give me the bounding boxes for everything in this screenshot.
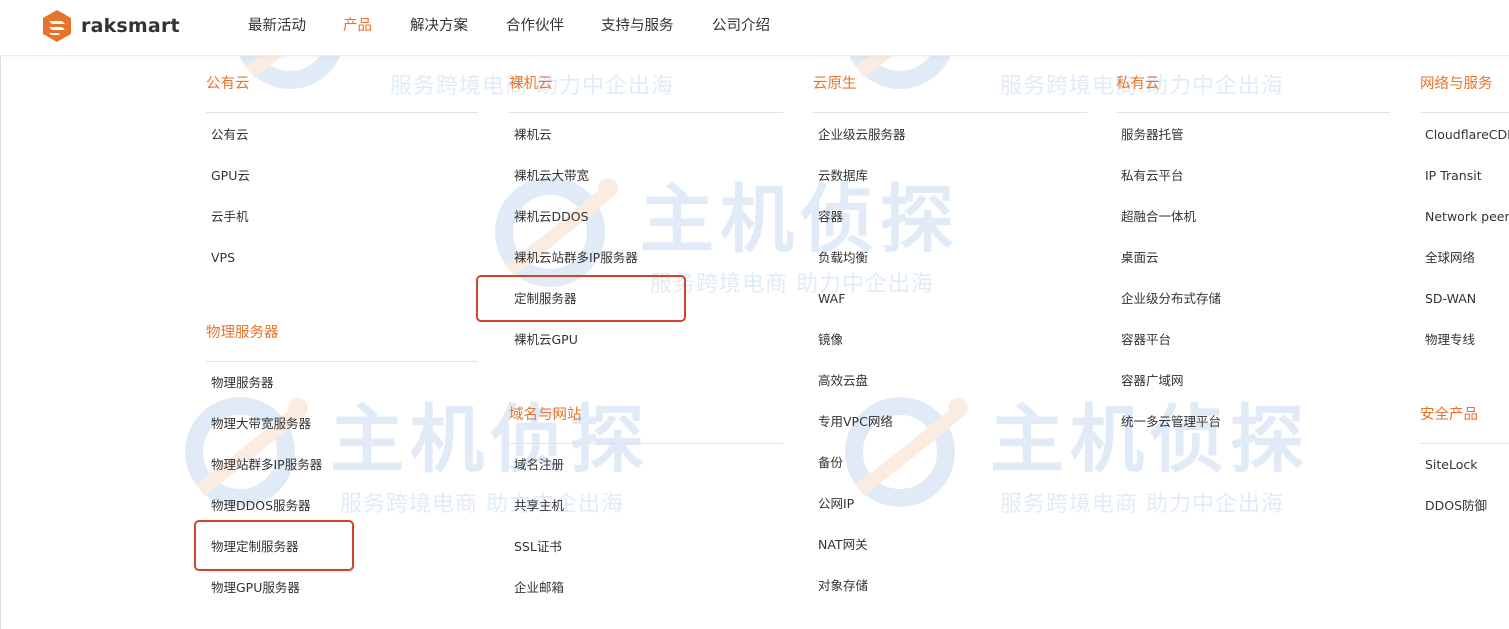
menu-link[interactable]: NAT网关 <box>818 536 868 554</box>
menu-link[interactable]: 裸机云DDOS <box>514 208 589 226</box>
watermark-title: 主机侦探 <box>990 397 1310 483</box>
watermark-logo-icon <box>185 397 308 507</box>
brand-logo[interactable]: raksmart <box>40 8 180 44</box>
menu-link[interactable]: 物理DDOS服务器 <box>211 497 311 515</box>
menu-link[interactable]: 统一多云管理平台 <box>1121 413 1221 431</box>
menu-link[interactable]: SSL证书 <box>514 538 562 556</box>
section-title-public-cloud: 公有云 <box>206 76 250 92</box>
menu-link[interactable]: 企业级云服务器 <box>818 126 906 144</box>
nav-item-latest-events[interactable]: 最新活动 <box>248 16 306 36</box>
watermark-subtitle: 服务跨境电商 助力中企出海 <box>650 272 934 297</box>
section-title-domains: 域名与网站 <box>509 407 582 423</box>
menu-link[interactable]: 容器 <box>818 208 843 226</box>
section-title-physical-servers: 物理服务器 <box>206 325 279 341</box>
menu-link[interactable]: 备份 <box>818 454 843 472</box>
section-divider <box>206 112 478 113</box>
menu-link[interactable]: WAF <box>818 290 845 308</box>
menu-link[interactable]: 域名注册 <box>514 456 564 474</box>
watermark-title: 主机侦探 <box>640 177 960 263</box>
menu-link[interactable]: 高效云盘 <box>818 372 868 390</box>
menu-link[interactable]: 私有云平台 <box>1121 167 1184 185</box>
menu-link[interactable]: 裸机云大带宽 <box>514 167 589 185</box>
dropdown-left-border <box>0 56 1 629</box>
menu-link[interactable]: 云数据库 <box>818 167 868 185</box>
page: 主机侦探 服务跨境电商 助力中企出海 主机侦探 服务跨境电商 助力中企出海 主机… <box>0 0 1509 629</box>
menu-link[interactable]: 桌面云 <box>1121 249 1159 267</box>
nav-item-solutions[interactable]: 解决方案 <box>410 16 468 36</box>
menu-link[interactable]: 云手机 <box>211 208 249 226</box>
watermark-title: 主机侦探 <box>330 397 650 483</box>
menu-link[interactable]: 容器平台 <box>1121 331 1171 349</box>
section-title-private-cloud: 私有云 <box>1116 76 1160 92</box>
menu-link[interactable]: 物理专线 <box>1425 331 1475 349</box>
menu-link[interactable]: 企业级分布式存储 <box>1121 290 1221 308</box>
menu-link[interactable]: 物理站群多IP服务器 <box>211 456 322 474</box>
menu-column-5: 网络与服务 CloudflareCDN IP Transit Network p… <box>1420 60 1509 620</box>
menu-link[interactable]: 镜像 <box>818 331 843 349</box>
menu-link[interactable]: 共享主机 <box>514 497 564 515</box>
section-divider <box>206 361 478 362</box>
nav-item-products[interactable]: 产品 <box>343 16 372 36</box>
nav-item-support[interactable]: 支持与服务 <box>601 16 674 36</box>
menu-link[interactable]: 物理服务器 <box>211 374 274 392</box>
section-divider <box>509 443 783 444</box>
section-title-network: 网络与服务 <box>1420 76 1493 92</box>
nav-item-partners[interactable]: 合作伙伴 <box>506 16 564 36</box>
section-divider <box>1116 112 1390 113</box>
menu-link[interactable]: 物理大带宽服务器 <box>211 415 311 433</box>
menu-link[interactable]: IP Transit <box>1425 167 1482 185</box>
menu-link[interactable]: 服务器托管 <box>1121 126 1184 144</box>
section-title-security: 安全产品 <box>1420 407 1478 423</box>
menu-link[interactable]: 全球网络 <box>1425 249 1475 267</box>
menu-link-custom-server[interactable]: 定制服务器 <box>514 290 577 308</box>
watermark-subtitle: 服务跨境电商 助力中企出海 <box>1000 492 1284 517</box>
section-title-bare-metal: 裸机云 <box>509 76 553 92</box>
nav-item-about[interactable]: 公司介绍 <box>712 16 770 36</box>
menu-link[interactable]: 容器广域网 <box>1121 372 1184 390</box>
menu-link[interactable]: 裸机云 <box>514 126 552 144</box>
raksmart-logo-icon <box>43 10 71 42</box>
section-divider <box>813 112 1087 113</box>
menu-link[interactable]: CloudflareCDN <box>1425 126 1509 144</box>
top-header: raksmart 最新活动 产品 解决方案 合作伙伴 支持与服务 公司介绍 <box>0 0 1509 56</box>
menu-link[interactable]: GPU云 <box>211 167 250 185</box>
menu-link[interactable]: VPS <box>211 249 235 267</box>
section-divider <box>509 112 783 113</box>
menu-link[interactable]: 企业邮箱 <box>514 579 564 597</box>
menu-link[interactable]: 负载均衡 <box>818 249 868 267</box>
watermark-subtitle: 服务跨境电商 助力中企出海 <box>340 492 624 517</box>
menu-link[interactable]: SD-WAN <box>1425 290 1476 308</box>
section-divider <box>1420 443 1509 444</box>
menu-link[interactable]: 对象存储 <box>818 577 868 595</box>
menu-link[interactable]: 超融合一体机 <box>1121 208 1196 226</box>
watermark-logo-icon <box>845 397 968 507</box>
menu-link[interactable]: 裸机云GPU <box>514 331 578 349</box>
menu-link[interactable]: 公有云 <box>211 126 249 144</box>
menu-link-physical-custom-server[interactable]: 物理定制服务器 <box>211 538 299 556</box>
section-divider <box>1420 112 1509 113</box>
menu-link[interactable]: 专用VPC网络 <box>818 413 893 431</box>
section-title-cloud-native: 云原生 <box>813 76 857 92</box>
brand-name: raksmart <box>81 15 180 37</box>
highlight-box-custom-server <box>476 275 686 322</box>
watermark-logo-icon <box>495 177 618 287</box>
menu-link[interactable]: 物理GPU服务器 <box>211 579 300 597</box>
menu-link[interactable]: 裸机云站群多IP服务器 <box>514 249 638 267</box>
menu-link[interactable]: Network peering <box>1425 208 1509 226</box>
menu-link[interactable]: SiteLock <box>1425 456 1478 474</box>
menu-link[interactable]: DDOS防御 <box>1425 497 1487 515</box>
menu-link[interactable]: 公网IP <box>818 495 854 513</box>
